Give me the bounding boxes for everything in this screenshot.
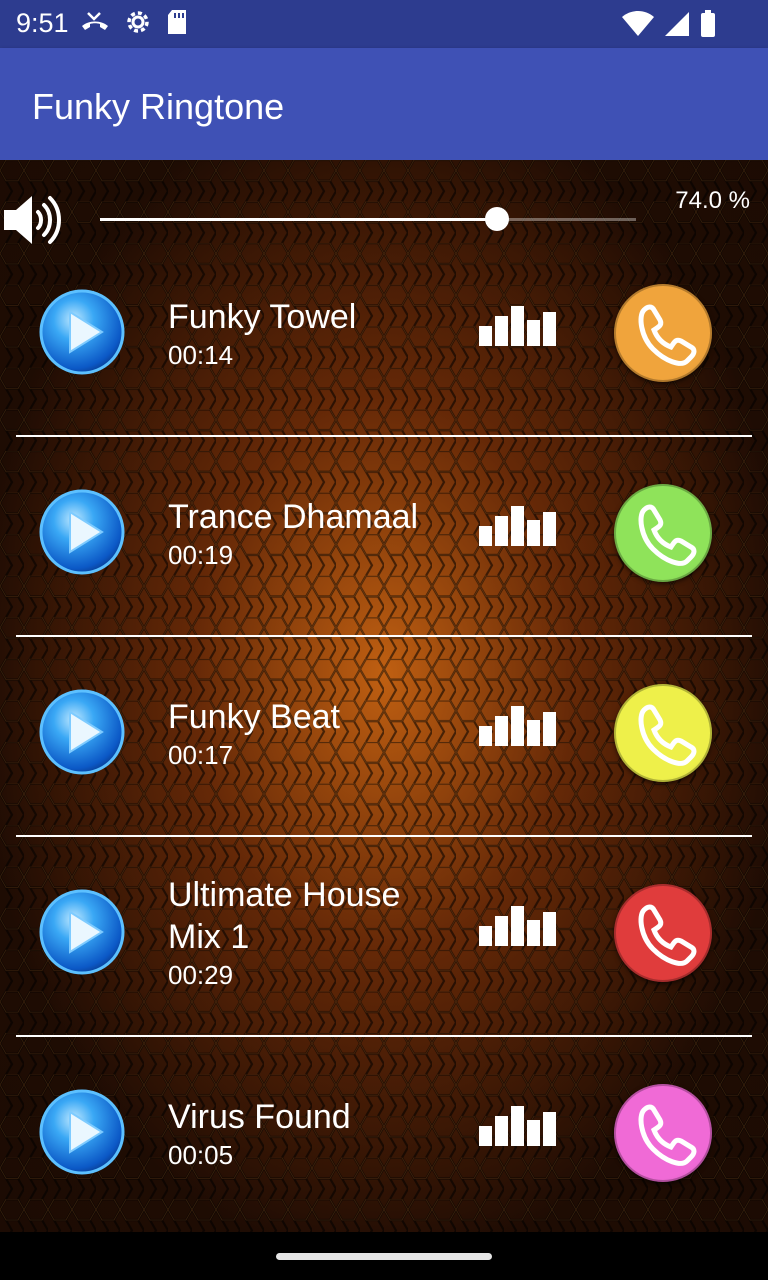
home-gesture-handle[interactable] [276,1253,492,1260]
settings-icon [124,8,152,41]
list-item: Funky Beat 00:17 [0,660,768,860]
status-time: 9:51 [16,8,69,38]
status-bar: 9:51 [0,0,768,48]
ringtone-duration: 00:29 [168,960,234,990]
ringtone-name: Virus Found [168,1098,351,1136]
set-ringtone-button[interactable] [614,1084,712,1182]
volume-slider-thumb[interactable] [484,207,509,231]
play-button[interactable] [38,888,126,976]
ringtone-duration: 00:19 [168,540,234,570]
play-icon [38,489,126,580]
speaker-icon[interactable] [2,190,62,255]
play-icon [38,689,126,780]
equalizer-icon [478,1102,558,1153]
equalizer-icon [478,702,558,753]
set-ringtone-button[interactable] [614,284,712,382]
play-icon [38,889,126,980]
list-item: Ultimate House Mix 1 00:29 [0,860,768,1060]
app-bar: Funky Ringtone [0,48,768,160]
ringtone-duration: 00:17 [168,740,234,770]
ringtone-name: Trance Dhamaal [168,498,419,536]
equalizer-icon [478,302,558,353]
list-item: Trance Dhamaal 00:19 [0,460,768,660]
ringtone-name: Funky Beat [168,698,340,736]
volume-control: 74.0 % [0,160,768,260]
set-ringtone-button[interactable] [614,684,712,782]
volume-slider-fill [100,218,497,221]
divider [16,835,752,837]
equalizer-icon [478,502,558,553]
volume-percent: 74.0 % [675,187,750,214]
missed-call-icon [80,10,110,39]
set-ringtone-button[interactable] [614,484,712,582]
list-item: Funky Towel 00:14 [0,260,768,460]
play-button[interactable] [38,688,126,776]
navigation-bar [0,1232,768,1280]
page-title: Funky Ringtone [32,86,285,127]
battery-icon [700,10,716,43]
sd-card-icon [166,9,188,40]
ringtone-duration: 00:14 [168,340,234,370]
play-button[interactable] [38,288,126,376]
play-button[interactable] [38,488,126,576]
ringtone-name: Funky Towel [168,298,357,336]
wifi-icon [622,11,654,42]
set-ringtone-button[interactable] [614,884,712,982]
divider [16,635,752,637]
divider [16,1035,752,1037]
ringtone-duration: 00:05 [168,1140,234,1170]
ringtone-name: Ultimate House Mix 1 [168,876,401,956]
signal-icon [664,11,690,42]
divider [16,435,752,437]
volume-slider[interactable] [100,207,636,231]
play-button[interactable] [38,1088,126,1176]
play-icon [38,289,126,380]
equalizer-icon [478,902,558,953]
list-item: Virus Found 00:05 [0,1060,768,1232]
ringtone-screen: 74.0 % Funky Towel 00:14 Trance Dhamaal … [0,160,768,1232]
play-icon [38,1089,126,1180]
ringtone-list: Funky Towel 00:14 Trance Dhamaal 00:19 F… [0,260,768,1232]
